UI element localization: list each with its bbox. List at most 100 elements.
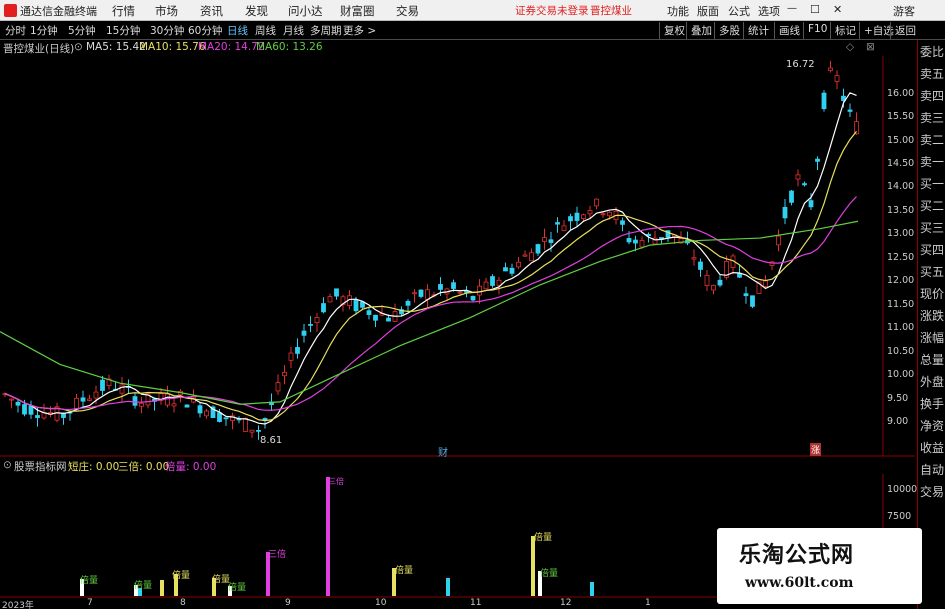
candle-body [353,299,359,312]
price-tick: 12.00 [887,275,915,286]
candle-body [548,239,554,243]
candle-body [100,379,105,391]
date-tick: 10 [375,598,387,608]
date-tick: 7 [87,598,93,608]
candle-body [9,398,14,401]
quote-label: 卖三 [920,111,945,125]
signal-label: 倍量 [540,569,559,579]
candle-body [821,92,827,110]
candle-body [620,220,625,225]
candle-body [542,237,547,242]
price-tick: 11.50 [887,299,915,310]
candle-body [522,254,528,257]
quote-label: 买五 [920,265,945,279]
candle-body [74,397,79,410]
price-tick: 9.00 [887,416,909,427]
candle-body [581,214,586,219]
quote-label: 外盘 [920,375,945,389]
candle-body [418,289,424,297]
candle-body [119,384,125,394]
candle-body [327,296,333,303]
candle-body [93,391,99,399]
volume-bar [531,536,535,596]
candle-body [782,206,788,219]
candle-body [405,300,411,306]
candle-body [366,310,372,315]
candle-body [301,330,307,336]
candle-body [691,257,697,260]
trade-label[interactable]: 交易 [920,482,944,502]
candle-body [438,284,443,290]
candle-body [711,284,716,291]
indicator-settings-icon[interactable]: ⊙ [3,459,12,471]
ma-line [4,92,857,425]
candle-body [412,292,417,295]
quote-panel: 委比 卖五 卖四 卖三 卖二 卖一 买一 买二 买三 买四 买五 现价 涨跌 涨… [917,40,945,609]
candle-body [509,267,515,274]
candle-body [470,295,476,301]
signal-label: 倍量 [534,533,553,543]
watermark-title: 乐淘公式网 [739,542,855,568]
candle-body [80,397,86,402]
price-tick: 14.00 [887,181,915,192]
price-tick: 13.50 [887,205,915,216]
candle-body [633,239,638,244]
candle-body [516,261,521,268]
candle-body [717,279,723,286]
price-tick: 13.00 [887,228,915,239]
volume-bar [590,582,594,596]
date-tick: 9 [285,598,291,608]
signal-label: 倍量 [80,576,99,586]
indicator-title: 股票指标网 [14,461,67,473]
signal-label: 倍量 [395,566,414,576]
candle-body [282,371,287,377]
volume-tick: 10000 [887,484,918,495]
volume-tick: 7500 [887,511,912,522]
candle-body [587,210,593,215]
candle-body [698,261,703,270]
kline-chart[interactable] [0,0,945,609]
candle-body [295,347,300,354]
finance-marker[interactable]: 财 [438,444,448,459]
date-tick: 1 [645,598,651,608]
candle-body [503,267,508,272]
signal-label: 倍量 [172,571,191,581]
candle-body [184,404,190,408]
quote-label: 买二 [920,199,945,213]
quote-label: 买三 [920,221,945,235]
candle-body [132,396,138,406]
candle-body [314,317,320,324]
quote-label: 涨幅 [920,331,945,345]
quote-label: 总量 [920,353,945,367]
auto-label[interactable]: 自动 [920,460,944,480]
candle-body [776,235,781,246]
candle-body [457,291,463,294]
ma60-line [0,220,859,405]
price-tick: 9.50 [887,393,909,404]
candle-body [15,401,21,406]
price-tick: 10.50 [887,346,915,357]
candle-body [529,252,534,262]
limit-up-marker[interactable]: 涨 [810,443,822,456]
candle-body [425,289,430,300]
candle-body [288,352,294,361]
candle-body [815,158,820,162]
signal-label: 三倍 [268,550,287,560]
date-tick: 8 [180,598,186,608]
date-tick: 12 [560,598,572,608]
candle-body [795,174,801,180]
low-price-label: 8.61 [260,435,283,446]
candle-body [483,281,489,290]
price-tick: 14.50 [887,158,915,169]
candle-body [171,403,177,407]
candle-body [490,276,495,286]
indicator-beiliang: 倍量: 0.00 [165,461,217,473]
candle-body [308,323,313,326]
signal-label: 三倍 [328,477,344,486]
watermark-box: 乐淘公式网 www.60lt.com [717,528,922,604]
candle-body [139,402,144,407]
quote-label: 卖四 [920,89,945,103]
indicator-info: ⊙ 股票指标网 短庄: 0.00 三倍: 0.00 倍量: 0.00 [0,458,915,474]
candle-body [626,238,632,243]
indicator-sanbei: 三倍: 0.00 [118,461,170,473]
